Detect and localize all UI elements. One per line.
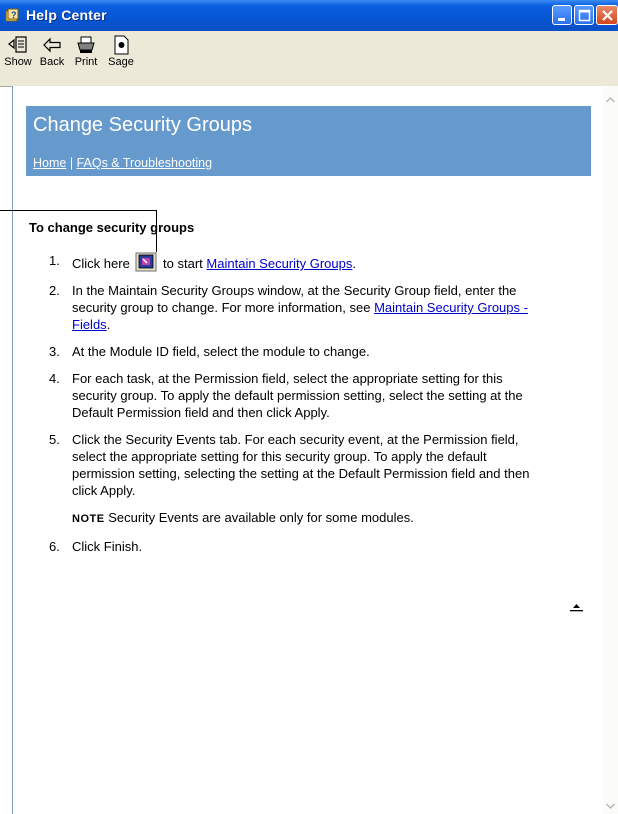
maintain-security-groups-link[interactable]: Maintain Security Groups	[206, 256, 352, 271]
scroll-up-arrow-icon[interactable]	[603, 92, 618, 108]
step-number: 2.	[49, 283, 60, 298]
callout-line-horizontal	[0, 210, 157, 211]
section-heading: To change security groups	[29, 220, 195, 235]
vertical-scrollbar[interactable]	[603, 86, 618, 814]
step-punctuation: .	[106, 317, 111, 332]
home-link[interactable]: Home	[33, 156, 66, 170]
step-text: Click the Security Events tab. For each …	[72, 432, 530, 498]
step-6: 6. Click Finish.	[29, 538, 549, 555]
step-number: 5.	[49, 432, 60, 447]
back-arrow-icon	[43, 37, 61, 53]
step-number: 4.	[49, 371, 60, 386]
sage-button[interactable]: Sage	[104, 35, 138, 68]
step-punctuation: .	[352, 256, 356, 271]
print-label: Print	[74, 56, 98, 68]
back-label: Back	[39, 56, 65, 68]
sage-label: Sage	[108, 56, 134, 68]
step-number: 1.	[49, 253, 60, 268]
page-header: Change Security Groups Home | FAQs & Tro…	[26, 106, 591, 176]
step-text: Click here	[72, 256, 130, 271]
step-text: Click Finish.	[72, 539, 143, 554]
step-text: to start	[163, 256, 203, 271]
step-1: 1. Click here to start Maintain Security…	[29, 252, 549, 272]
step-number: 3.	[49, 344, 60, 359]
step-4: 4. For each task, at the Permission fiel…	[29, 370, 549, 421]
note: NOTE Security Events are available only …	[29, 509, 549, 528]
step-number: 6.	[49, 539, 60, 554]
page-title: Change Security Groups	[33, 114, 253, 136]
step-text: At the Module ID field, select the modul…	[72, 344, 370, 359]
back-to-top-icon[interactable]	[570, 602, 583, 612]
window-title: Help Center	[26, 7, 107, 23]
help-book-icon: ?	[4, 7, 20, 23]
step-3: 3. At the Module ID field, select the mo…	[29, 343, 549, 360]
sage-page-icon	[114, 35, 129, 55]
close-button[interactable]	[596, 5, 618, 25]
step-5: 5. Click the Security Events tab. For ea…	[29, 431, 549, 499]
printer-icon	[77, 36, 95, 53]
note-text: Security Events are available only for s…	[108, 510, 414, 525]
minimize-button[interactable]	[552, 5, 572, 25]
show-label: Show	[4, 56, 32, 68]
svg-text:?: ?	[11, 10, 17, 20]
maximize-button[interactable]	[574, 5, 594, 25]
show-button[interactable]: Show	[2, 35, 34, 68]
scroll-down-arrow-icon[interactable]	[603, 798, 618, 814]
step-text: For each task, at the Permission field, …	[72, 371, 523, 420]
breadcrumb-separator: |	[69, 156, 74, 170]
title-bar: ? Help Center	[0, 0, 618, 31]
toolbar: Show Back Print Sage	[0, 31, 618, 87]
back-button[interactable]: Back	[36, 35, 68, 68]
print-button[interactable]: Print	[70, 35, 102, 68]
show-pane-icon	[8, 36, 27, 53]
breadcrumb: Home | FAQs & Troubleshooting	[33, 156, 212, 170]
faqs-link[interactable]: FAQs & Troubleshooting	[77, 156, 213, 170]
steps-list: 1. Click here to start Maintain Security…	[29, 252, 549, 565]
maintain-security-groups-icon[interactable]	[135, 252, 157, 272]
note-label: NOTE	[72, 513, 105, 525]
step-2: 2. In the Maintain Security Groups windo…	[29, 282, 549, 333]
